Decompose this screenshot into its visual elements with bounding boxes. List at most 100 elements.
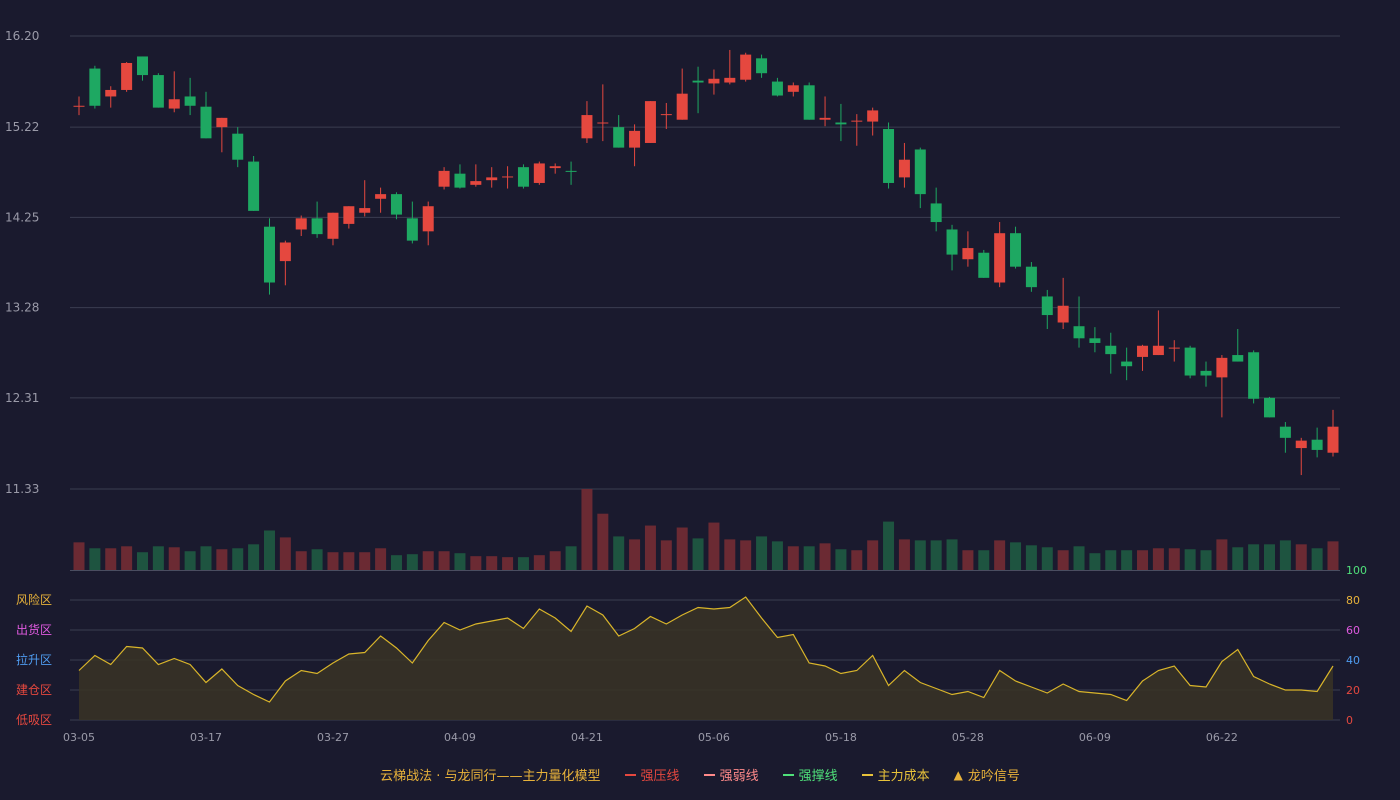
candle-body xyxy=(994,233,1006,283)
candle-body xyxy=(1168,347,1180,349)
legend-title-text: 云梯战法 · 与龙同行——主力量化模型 xyxy=(380,769,601,784)
candle-body xyxy=(406,218,418,241)
volume-bar xyxy=(756,536,768,570)
volume-bar xyxy=(216,549,228,570)
volume-bar xyxy=(883,521,895,570)
date-axis-label: 06-22 xyxy=(1206,731,1238,744)
volume-bar xyxy=(676,527,688,570)
candle-body xyxy=(1248,352,1260,399)
candle-body xyxy=(883,129,895,183)
zone-label: 出货区 xyxy=(16,622,52,637)
date-axis-label: 03-05 xyxy=(63,731,95,744)
date-axis-label: 05-28 xyxy=(952,731,984,744)
legend-label: 强撑线 xyxy=(798,769,838,784)
volume-bar xyxy=(232,548,244,570)
volume-bar xyxy=(168,547,180,570)
volume-bar xyxy=(105,548,117,570)
legend-item-strength-line[interactable]: 强弱线 xyxy=(703,765,759,784)
candle-body xyxy=(1279,426,1291,438)
candle-body xyxy=(1264,397,1276,418)
candle-body xyxy=(1105,345,1117,355)
legend-item-strong-support[interactable]: 强撑线 xyxy=(782,765,838,784)
volume-bar xyxy=(962,550,974,570)
kline-chart: 16.20 15.22 14.25 13.28 12.31 11.33 100 80 60 40 2… xyxy=(5,29,1367,744)
volume-bar xyxy=(771,541,783,570)
date-axis-label: 05-06 xyxy=(698,731,730,744)
date-axis-label: 03-17 xyxy=(190,731,222,744)
indicator-axis-label: 40 xyxy=(1346,654,1360,667)
volume-bar xyxy=(1248,544,1260,570)
volume-bar xyxy=(1089,553,1101,570)
candle-body xyxy=(629,130,641,148)
candle-body xyxy=(248,161,260,211)
price-axis-label: 13.28 xyxy=(5,301,39,315)
volume-bar xyxy=(73,542,85,570)
candle-body xyxy=(1232,355,1244,362)
candle-body xyxy=(946,229,958,255)
solid-line-icon xyxy=(624,773,636,776)
volume-bar xyxy=(1311,548,1323,570)
volume-bar xyxy=(89,548,101,570)
volume-bar xyxy=(136,552,148,570)
candle-body xyxy=(787,85,799,92)
volume-bar xyxy=(1121,550,1133,570)
volume-bar xyxy=(502,557,514,570)
date-axis-label: 06-09 xyxy=(1079,731,1111,744)
chart-legend: 云梯战法 · 与龙同行——主力量化模型 强压线 强弱线 强撑线 主力成本 ▲ 龙… xyxy=(0,765,1400,785)
candle-body xyxy=(613,127,625,148)
volume-bar xyxy=(184,551,196,570)
legend-label: 主力成本 xyxy=(877,769,930,784)
candle-body xyxy=(549,166,561,169)
candle-body xyxy=(136,56,148,76)
candle-body xyxy=(1327,426,1339,453)
date-axis-label: 04-21 xyxy=(571,731,603,744)
volume-bar xyxy=(121,546,133,570)
candle-body xyxy=(597,122,609,124)
volume-bar xyxy=(311,549,323,570)
candle-body xyxy=(168,99,180,109)
candle-body xyxy=(676,93,688,120)
volume-bar xyxy=(581,489,593,570)
candle-body xyxy=(1311,439,1323,450)
candle-body xyxy=(1200,370,1212,376)
volume-bar xyxy=(200,546,212,570)
legend-title: 云梯战法 · 与龙同行——主力量化模型 xyxy=(380,765,600,784)
indicator-axis-label: 60 xyxy=(1346,624,1360,637)
volume-bar xyxy=(1073,546,1085,570)
candle-body xyxy=(1184,347,1196,376)
candle-body xyxy=(1137,345,1149,357)
candle-body xyxy=(803,85,815,120)
volume-bar xyxy=(263,530,275,570)
volume-bar xyxy=(406,554,418,570)
indicator-axis-label: 0 xyxy=(1346,714,1353,727)
volume-bar xyxy=(1232,547,1244,570)
candle-body xyxy=(295,218,307,230)
candle-body xyxy=(486,177,498,181)
volume-bar xyxy=(1152,548,1164,570)
legend-item-strong-pressure[interactable]: 强压线 xyxy=(624,765,680,784)
legend-item-main-cost[interactable]: 主力成本 xyxy=(861,765,930,784)
candle-body xyxy=(1295,440,1307,449)
volume-bar xyxy=(438,551,450,570)
dashed-line-icon xyxy=(703,773,715,776)
volume-bar xyxy=(1041,547,1053,570)
candle-body xyxy=(740,54,752,80)
volume-bar xyxy=(1025,545,1037,570)
candle-body xyxy=(517,167,529,187)
dashed-line-icon xyxy=(861,773,873,776)
volume-bar xyxy=(1137,550,1149,570)
volume-bar xyxy=(295,551,307,570)
volume-bar xyxy=(422,551,434,570)
volume-bar xyxy=(533,555,545,570)
legend-item-dragon-signal[interactable]: ▲ 龙吟信号 xyxy=(954,765,1020,785)
volume-bar xyxy=(644,525,656,570)
volume-bar xyxy=(279,537,291,570)
volume-bar xyxy=(152,546,164,570)
candle-body xyxy=(1216,357,1228,378)
price-axis-label: 14.25 xyxy=(5,210,39,224)
legend-label: 强弱线 xyxy=(719,769,759,784)
candle-body xyxy=(327,212,339,239)
candle-body xyxy=(914,149,926,195)
candle-body xyxy=(771,81,783,96)
indicator-area xyxy=(79,597,1333,720)
